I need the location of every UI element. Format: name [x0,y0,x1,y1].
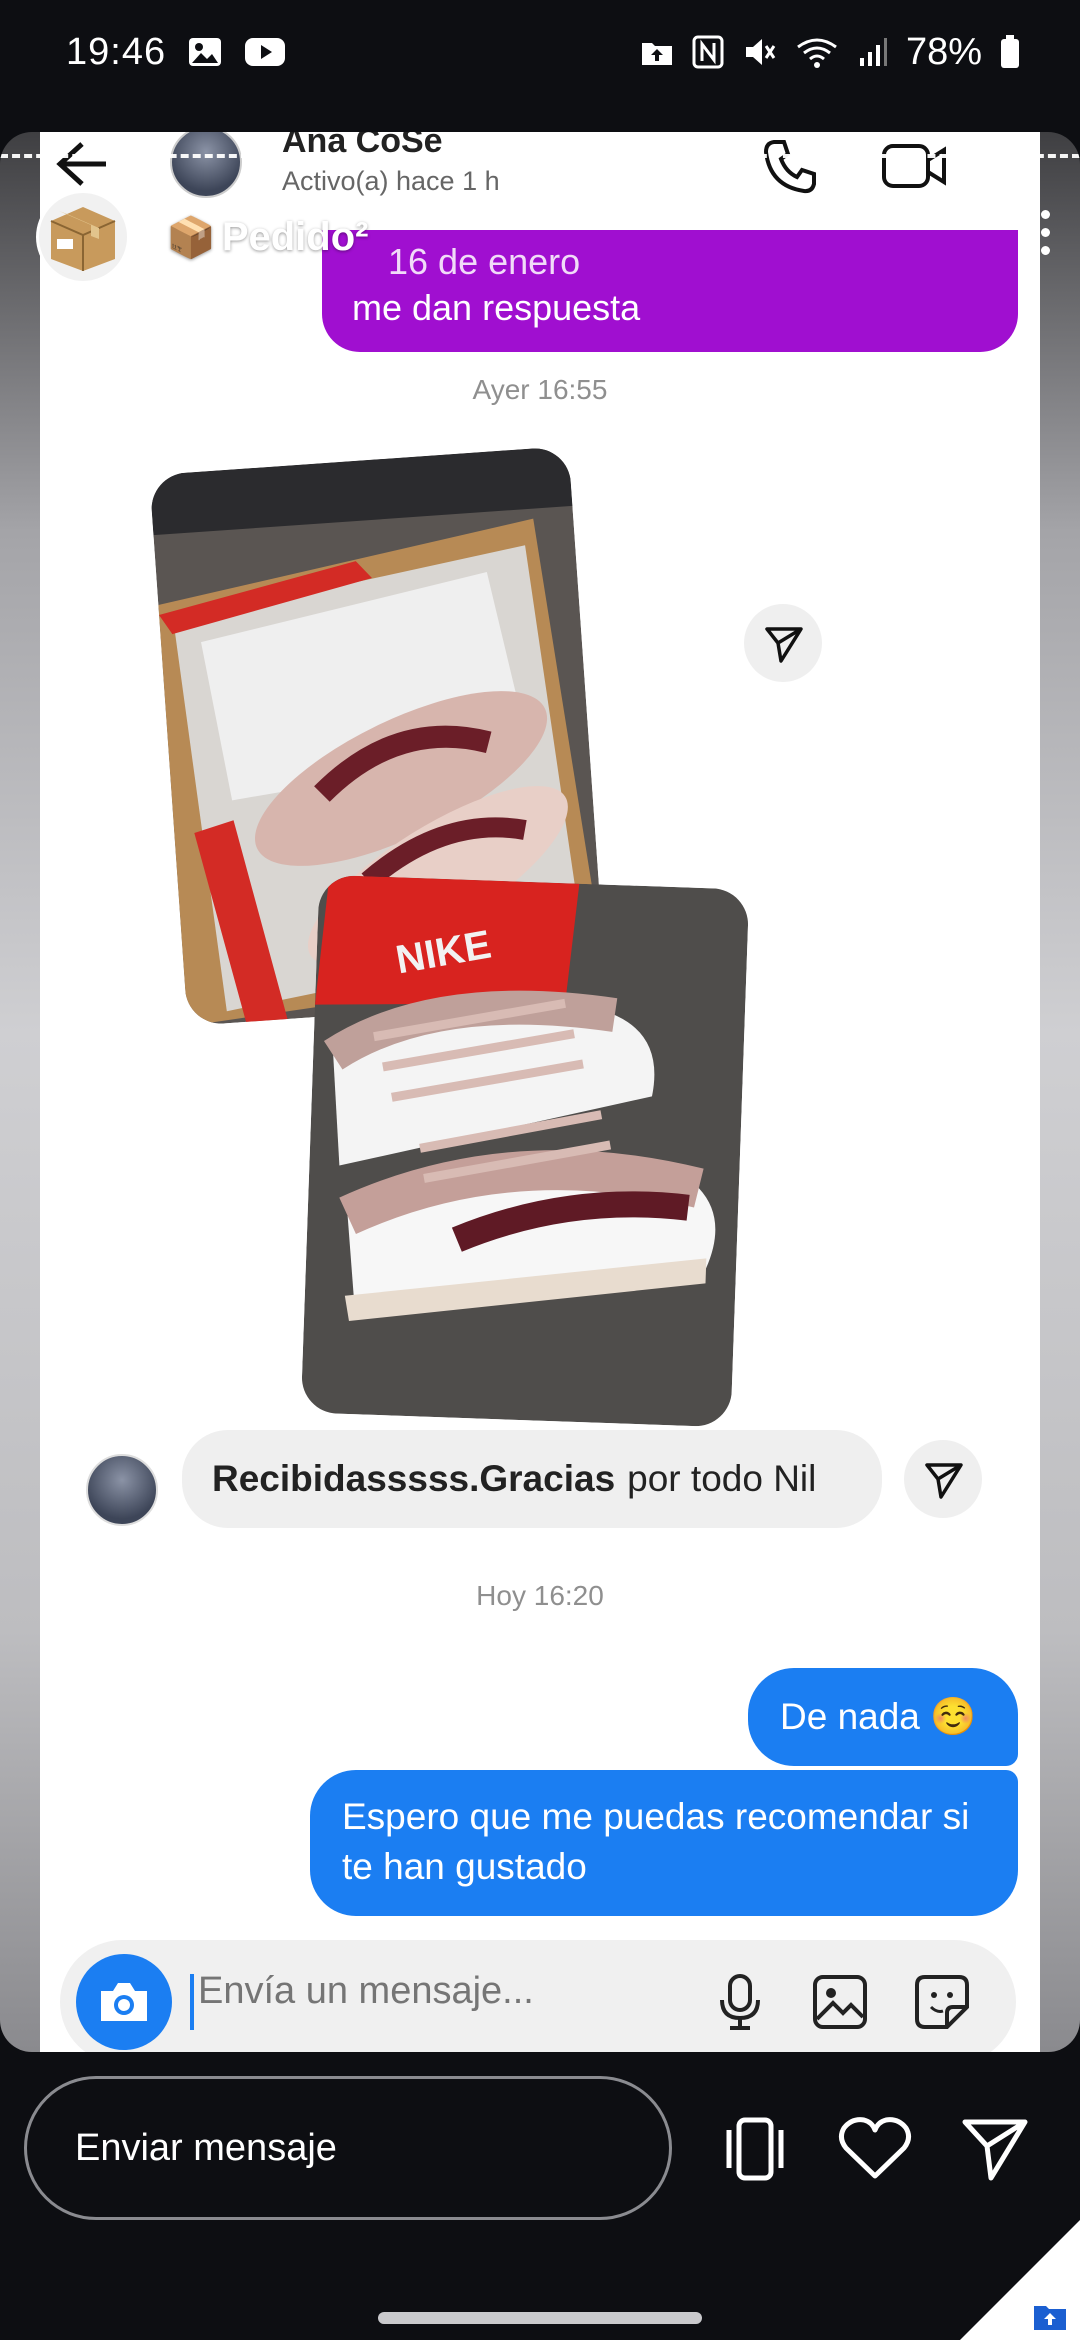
share-photo-button[interactable] [744,604,822,682]
timestamp-today: Hoy 16:20 [476,1580,604,1611]
back-arrow-icon [44,134,114,194]
overlap-date-text: 16 de enero [388,241,581,282]
youtube-icon [244,37,286,67]
folder-upload-icon [1032,2302,1068,2337]
package-emoji: 📦 [166,216,216,260]
share-message-button[interactable] [904,1440,982,1518]
story-reply-input[interactable]: Enviar mensaje [24,2076,672,2220]
upload-icon [640,37,674,67]
microphone-icon[interactable] [708,1970,772,2034]
sent-message-text: Espero que me puedas recomendar si te ha… [342,1796,970,1887]
message-bubble-purple: 16 de enero me dan respuesta [322,230,1018,352]
mute-icon [742,35,776,69]
status-time: 19:46 [66,30,167,73]
status-bar: 19:46 78% [0,0,1080,104]
story-avatar[interactable] [36,190,130,284]
sent-message-bubble: De nada ☺️ [748,1668,1018,1766]
vibrate-icon[interactable] [710,2104,800,2194]
story-username[interactable]: 📦 Pedido² [166,214,368,261]
send-icon[interactable] [950,2104,1040,2194]
battery-percent: 78% [905,30,982,73]
send-icon [925,1463,963,1499]
send-icon [765,627,803,663]
signal-icon [858,36,888,68]
text-caret [190,1974,194,2030]
story-progress-bar [0,154,1080,158]
received-message-bold: Recibidasssss.Gracias [212,1458,616,1499]
message-text: me dan respuesta [352,287,641,328]
camera-button[interactable] [76,1954,172,2050]
camera-icon [101,1983,147,2021]
sent-message-text: De nada ☺️ [780,1696,977,1737]
timestamp-yesterday: Ayer 16:55 [472,374,608,405]
more-options-icon[interactable] [1030,210,1060,255]
message-composer [60,1940,1016,2052]
nfc-icon [692,35,724,69]
received-message-text: por todo Nil [627,1458,817,1499]
wifi-icon [794,35,840,69]
message-input[interactable] [198,1970,698,2013]
sent-message-bubble: Espero que me puedas recomendar si te ha… [310,1770,1018,1916]
package-icon [50,207,116,271]
story-username-text: Pedido² [221,215,369,259]
sneaker-photo-floor[interactable]: NIKE [300,874,750,1428]
home-indicator[interactable] [378,2312,702,2324]
gallery-icon [188,37,222,67]
video-call-icon [880,136,950,201]
dm-active-status: Activo(a) hace 1 h [282,166,500,196]
story-card[interactable]: Ana CoSe Activo(a) hace 1 h 16 de enero … [0,132,1080,2052]
gallery-icon[interactable] [808,1970,872,2034]
like-heart-icon[interactable] [830,2104,920,2194]
contact-avatar [86,1454,158,1526]
phone-icon [760,136,820,201]
sticker-icon[interactable] [910,1970,974,2034]
battery-icon [1000,35,1020,69]
received-message-bubble: Recibidasssss.Gracias por todo Nil [182,1430,882,1528]
